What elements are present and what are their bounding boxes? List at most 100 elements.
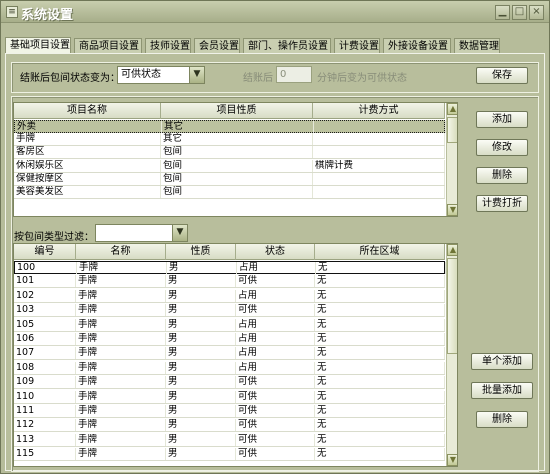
room-table-cell: 男: [166, 304, 236, 317]
room-table-header: 编号 名称 性质 状态 所在区域: [14, 244, 445, 260]
tab-external-device-settings[interactable]: 外接设备设置: [383, 38, 451, 54]
area-edit-button[interactable]: 修改: [476, 139, 528, 156]
room-table-row[interactable]: 103 手牌男可供无: [14, 304, 445, 318]
area-table-cell: [313, 146, 445, 159]
room-table-row[interactable]: 113 手牌男可供无: [14, 433, 445, 447]
room-table-row[interactable]: 109 手牌男可供无: [14, 376, 445, 390]
room-table-cell: 男: [166, 289, 236, 302]
room-table-row[interactable]: 102 手牌男占用无: [14, 289, 445, 303]
room-table-cell: 103: [14, 304, 76, 317]
tab-data-management[interactable]: 数据管理: [454, 38, 500, 54]
room-table-cell: 可供: [236, 376, 315, 389]
area-delete-button[interactable]: 删除: [476, 167, 528, 184]
area-table-row[interactable]: 休闲娱乐区 包间 棋牌计费: [14, 159, 445, 173]
room-table-cell: 男: [166, 448, 236, 461]
tab-member-settings[interactable]: 会员设置: [194, 38, 240, 54]
area-discount-button[interactable]: 计费打折: [476, 195, 528, 212]
room-table-cell: 手牌: [76, 318, 166, 331]
room-table-cell: 113: [14, 433, 76, 446]
room-table-cell: 无: [315, 347, 445, 360]
room-table-cell: 可供: [236, 433, 315, 446]
room-table-row[interactable]: 105 手牌男占用无: [14, 318, 445, 332]
room-table-cell: 手牌: [76, 333, 166, 345]
minimize-icon[interactable]: ▁: [495, 5, 510, 20]
room-table-cell: 可供: [236, 304, 315, 317]
room-table-row[interactable]: 112 手牌男可供无: [14, 419, 445, 433]
chevron-down-icon[interactable]: ▼: [172, 225, 187, 241]
room-table-row[interactable]: 111 手牌男可供无: [14, 405, 445, 418]
room-col-name[interactable]: 名称: [76, 244, 166, 260]
room-table-cell: 手牌: [76, 347, 166, 360]
room-col-type[interactable]: 性质: [166, 244, 236, 260]
room-col-status[interactable]: 状态: [236, 244, 315, 260]
room-table-cell: 112: [14, 419, 76, 432]
area-table-scrollbar[interactable]: ▲ ▼: [446, 103, 457, 216]
room-table-row[interactable]: 115 手牌男可供无: [14, 448, 445, 462]
room-table-cell: 100: [15, 262, 77, 274]
scroll-thumb[interactable]: [447, 117, 457, 143]
chevron-down-icon[interactable]: ▼: [189, 67, 204, 83]
room-col-area[interactable]: 所在区域: [315, 244, 445, 260]
room-table-cell: 占用: [237, 262, 316, 274]
room-table-cell: 111: [14, 405, 76, 417]
room-table: 编号 名称 性质 状态 所在区域 100 手牌男占用无 101 手牌男可供无 102 手牌…: [13, 243, 458, 467]
room-col-number[interactable]: 编号: [14, 244, 76, 260]
area-col-name[interactable]: 项目名称: [14, 103, 161, 119]
room-table-row[interactable]: 107 手牌男占用无: [14, 347, 445, 361]
room-table-cell: 无: [315, 289, 445, 302]
room-table-cell: 男: [166, 405, 236, 417]
area-col-type[interactable]: 项目性质: [161, 103, 313, 119]
title-bar[interactable]: ≡ 系统设置 ▁ □ ×: [1, 1, 549, 23]
maximize-icon[interactable]: □: [512, 5, 527, 20]
close-icon[interactable]: ×: [529, 5, 544, 20]
area-table-row[interactable]: 美容美发区 包间: [14, 186, 445, 199]
scroll-up-icon[interactable]: ▲: [447, 244, 457, 256]
checkout-state-select[interactable]: 可供状态 ▼: [117, 66, 205, 84]
scroll-up-icon[interactable]: ▲: [447, 103, 457, 115]
batch-add-button[interactable]: 批量添加: [471, 382, 533, 399]
room-table-scrollbar[interactable]: ▲ ▼: [446, 244, 457, 466]
scroll-down-icon[interactable]: ▼: [447, 204, 457, 216]
room-table-row[interactable]: 108 手牌男占用无: [14, 361, 445, 375]
area-table-row[interactable]: 手牌 其它: [14, 133, 445, 147]
room-filter-select[interactable]: ▼: [95, 224, 188, 242]
area-col-billing[interactable]: 计费方式: [313, 103, 445, 119]
room-table-cell: 手牌: [76, 376, 166, 389]
room-table-cell: 无: [315, 304, 445, 317]
room-table-cell: 男: [166, 376, 236, 389]
minutes-input[interactable]: 0: [276, 66, 312, 83]
scroll-thumb[interactable]: [447, 258, 457, 354]
area-table-row[interactable]: 保健按摩区 包间: [14, 172, 445, 186]
room-table-row[interactable]: 100 手牌男占用无: [14, 261, 446, 274]
room-table-cell: 无: [315, 275, 445, 288]
tab-goods-settings[interactable]: 商品项目设置: [74, 38, 142, 54]
room-delete-button[interactable]: 删除: [476, 411, 528, 428]
room-table-row[interactable]: 101 手牌男可供无: [14, 275, 445, 289]
area-table-row[interactable]: 外卖 其它: [14, 120, 446, 133]
area-table-cell: 包间: [161, 146, 313, 159]
area-table-cell: 美容美发区: [14, 186, 161, 198]
room-table-cell: 手牌: [76, 419, 166, 432]
room-table-cell: 手牌: [76, 275, 166, 288]
area-table-row[interactable]: 客房区 包间: [14, 146, 445, 160]
room-table-row[interactable]: 110 手牌男可供无: [14, 390, 445, 404]
area-table-cell: 棋牌计费: [313, 159, 445, 172]
scroll-down-icon[interactable]: ▼: [447, 454, 457, 466]
room-table-row[interactable]: 106 手牌男占用无: [14, 333, 445, 346]
tab-billing-settings[interactable]: 计费设置: [334, 38, 380, 54]
room-table-cell: 手牌: [76, 390, 166, 403]
room-table-cell: 占用: [236, 289, 315, 302]
room-table-cell: 手牌: [76, 289, 166, 302]
tab-technician-settings[interactable]: 技师设置: [145, 38, 191, 54]
area-table-cell: 其它: [161, 133, 313, 146]
room-table-cell: 男: [166, 318, 236, 331]
tab-basic-settings[interactable]: 基础项目设置: [5, 37, 71, 54]
save-button[interactable]: 保存: [476, 67, 528, 84]
room-table-cell: 无: [315, 405, 445, 417]
room-table-cell: 无: [315, 318, 445, 331]
room-table-cell: 无: [315, 390, 445, 403]
area-add-button[interactable]: 添加: [476, 111, 528, 128]
tab-department-operator-settings[interactable]: 部门、操作员设置: [243, 38, 331, 54]
single-add-button[interactable]: 单个添加: [471, 353, 533, 370]
room-table-cell: 102: [14, 289, 76, 302]
